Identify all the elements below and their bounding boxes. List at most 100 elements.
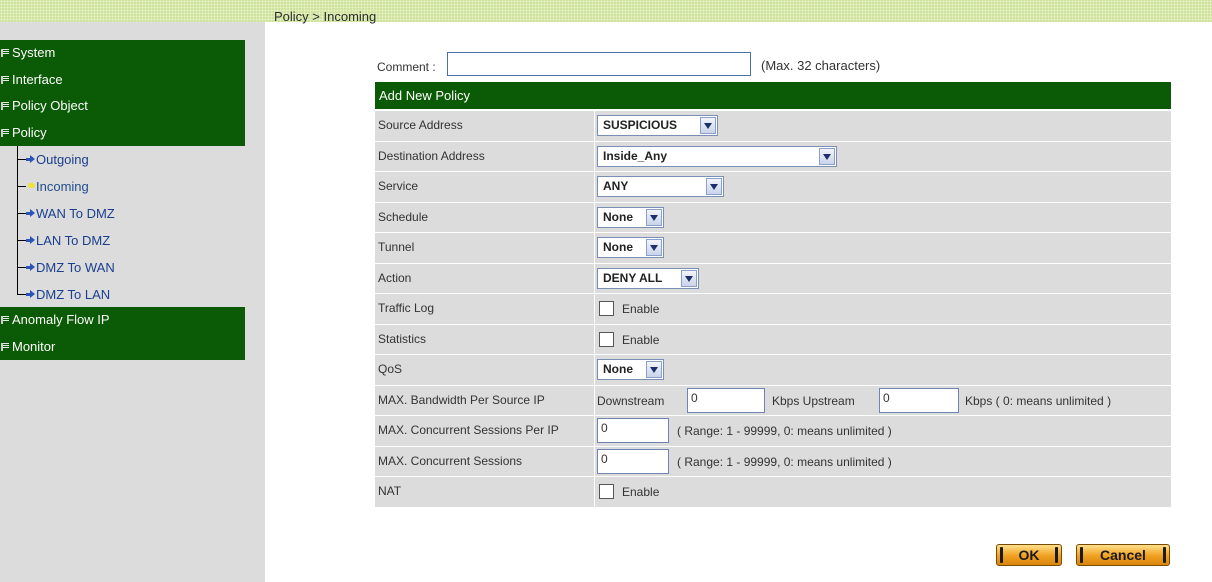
column-divider <box>594 446 595 476</box>
max-sessions-hint: ( Range: 1 - 99999, 0: means unlimited ) <box>677 454 892 469</box>
active-dot-icon <box>28 183 35 188</box>
action-label: Action <box>378 270 412 285</box>
column-divider <box>594 233 595 263</box>
tunnel-row: Tunnel None <box>375 233 1171 263</box>
qos-label: QoS <box>378 362 403 376</box>
column-divider <box>594 172 595 202</box>
statistics-checkbox[interactable] <box>599 331 614 347</box>
schedule-label: Schedule <box>378 209 429 224</box>
arrow-right-icon <box>26 263 35 272</box>
sidebar-item-anomaly-flow-ip[interactable]: Anomaly Flow IP <box>0 307 245 334</box>
chevron-down-icon <box>681 269 697 287</box>
bandwidth-hint: Kbps ( 0: means unlimited ) <box>965 393 1112 408</box>
destination-address-label: Destination Address <box>378 148 485 163</box>
destination-address-row: Destination Address Inside_Any <box>375 141 1171 171</box>
sidebar-item-label: Outgoing <box>36 152 89 167</box>
column-divider <box>594 355 595 385</box>
nat-row: NAT Enable <box>375 477 1171 507</box>
downstream-label: Downstream <box>597 393 665 408</box>
flag-icon <box>1 49 9 57</box>
schedule-row: Schedule None <box>375 202 1171 232</box>
tree-connector <box>17 294 26 295</box>
sidebar-main-menu: System Interface Policy Object Policy <box>0 40 245 146</box>
column-divider <box>594 294 595 324</box>
select-value: None <box>603 240 633 254</box>
sidebar-item-policy[interactable]: Policy <box>0 120 245 147</box>
breadcrumb: Policy > Incoming <box>274 9 377 24</box>
arrow-right-icon <box>26 209 35 218</box>
destination-address-select[interactable]: Inside_Any <box>597 145 837 167</box>
sidebar-item-label: System <box>12 45 56 60</box>
action-row: Action DENY ALL <box>375 263 1171 293</box>
sidebar-item-label: Interface <box>12 71 63 87</box>
traffic-log-label: Traffic Log <box>378 301 435 315</box>
upstream-input[interactable]: 0 <box>879 387 959 413</box>
action-select[interactable]: DENY ALL <box>597 267 699 289</box>
qos-select[interactable]: None <box>597 359 664 380</box>
tree-connector <box>17 267 26 268</box>
traffic-log-checkbox[interactable] <box>599 301 614 316</box>
statistics-row: Statistics Enable <box>375 324 1171 354</box>
sidebar: System Interface Policy Object Policy Ou… <box>0 22 265 582</box>
traffic-log-row: Traffic Log Enable <box>375 294 1171 324</box>
select-value: None <box>603 209 633 224</box>
sidebar-item-outgoing[interactable]: Outgoing <box>0 146 245 173</box>
sidebar-item-label: Anomaly Flow IP <box>12 312 110 327</box>
max-bandwidth-label: MAX. Bandwidth Per Source IP <box>378 392 545 407</box>
max-sessions-input[interactable]: 0 <box>597 448 669 474</box>
column-divider <box>594 263 595 293</box>
sidebar-item-interface[interactable]: Interface <box>0 67 245 94</box>
select-value: SUSPICIOUS <box>603 118 678 132</box>
cancel-button[interactable]: Cancel <box>1076 544 1170 566</box>
service-select[interactable]: ANY <box>597 176 724 197</box>
sidebar-item-label: DMZ To WAN <box>36 260 115 275</box>
flag-icon <box>1 102 9 110</box>
source-address-row: Source Address SUSPICIOUS <box>375 111 1171 141</box>
tunnel-label: Tunnel <box>378 240 415 254</box>
sidebar-item-dmz-to-wan[interactable]: DMZ To WAN <box>0 254 245 281</box>
flag-icon <box>1 316 9 324</box>
tunnel-select[interactable]: None <box>597 237 664 258</box>
column-divider <box>594 202 595 232</box>
sidebar-item-label: WAN To DMZ <box>36 206 115 221</box>
service-row: Service ANY <box>375 172 1171 202</box>
sessions-per-ip-hint: ( Range: 1 - 99999, 0: means unlimited ) <box>677 424 892 438</box>
chevron-down-icon <box>646 239 662 256</box>
downstream-input[interactable]: 0 <box>687 387 765 413</box>
sidebar-item-monitor[interactable]: Monitor <box>0 334 245 361</box>
column-divider <box>594 111 595 141</box>
tree-connector <box>17 186 26 187</box>
sidebar-item-policy-object[interactable]: Policy Object <box>0 93 245 120</box>
sidebar-item-label: Monitor <box>12 338 56 354</box>
ok-button[interactable]: OK <box>996 544 1062 566</box>
source-address-select[interactable]: SUSPICIOUS <box>597 115 718 136</box>
column-divider <box>594 416 595 446</box>
comment-input[interactable] <box>447 52 751 76</box>
comment-label: Comment : <box>377 60 436 74</box>
qos-row: QoS None <box>375 355 1171 385</box>
statistics-enable-label: Enable <box>622 332 660 347</box>
add-new-policy-panel: Add New Policy Source Address SUSPICIOUS… <box>375 82 1171 513</box>
sidebar-item-wan-to-dmz[interactable]: WAN To DMZ <box>0 200 245 227</box>
chevron-down-icon <box>706 178 722 195</box>
sidebar-item-dmz-to-lan[interactable]: DMZ To LAN <box>0 281 245 308</box>
column-divider <box>594 477 595 507</box>
traffic-log-enable-label: Enable <box>622 302 660 316</box>
nat-label: NAT <box>378 484 402 498</box>
panel-title: Add New Policy <box>375 82 1171 109</box>
max-bandwidth-row: MAX. Bandwidth Per Source IP Downstream … <box>375 385 1171 415</box>
arrow-right-icon <box>26 155 35 164</box>
nat-checkbox[interactable] <box>599 484 614 499</box>
sidebar-item-incoming[interactable]: Incoming <box>0 173 245 200</box>
sidebar-item-system[interactable]: System <box>0 40 245 67</box>
source-address-label: Source Address <box>378 118 463 132</box>
max-sessions-per-ip-row: MAX. Concurrent Sessions Per IP 0 ( Rang… <box>375 416 1171 446</box>
sessions-per-ip-input[interactable]: 0 <box>597 418 669 443</box>
upstream-label: Kbps Upstream <box>772 393 855 408</box>
schedule-select[interactable]: None <box>597 206 664 228</box>
sidebar-item-lan-to-dmz[interactable]: LAN To DMZ <box>0 227 245 254</box>
arrow-right-icon <box>26 236 35 245</box>
flag-icon <box>1 128 9 137</box>
statistics-label: Statistics <box>378 331 427 346</box>
policy-subtree: Outgoing Incoming WAN To DMZ LAN To DMZ … <box>0 146 245 308</box>
